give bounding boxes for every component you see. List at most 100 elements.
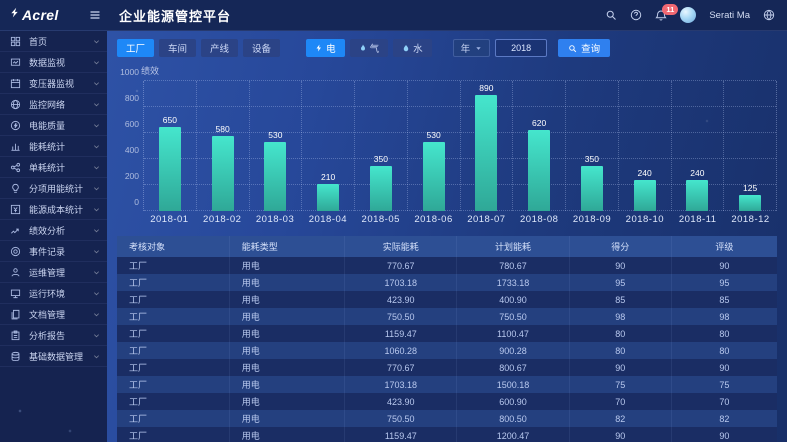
table-row[interactable]: 工厂用电770.67780.679090 xyxy=(117,257,777,274)
sidebar-item-subitem-energy[interactable]: 分项用能统计 xyxy=(0,178,107,199)
year-input[interactable] xyxy=(495,39,547,57)
sidebar-item-energy-stats[interactable]: 能耗统计 xyxy=(0,136,107,157)
bar[interactable] xyxy=(634,180,656,211)
sidebar-item-document-management[interactable]: 文档管理 xyxy=(0,304,107,325)
bar[interactable] xyxy=(528,130,550,211)
app-root: Acrel 企业能源管控平台 11 Serati Ma xyxy=(0,0,787,442)
top-header: Acrel 企业能源管控平台 11 Serati Ma xyxy=(0,0,787,31)
table-cell: 1200.47 xyxy=(457,427,569,442)
table-cell: 600.90 xyxy=(457,393,569,410)
sidebar-item-monitor-network[interactable]: 监控网络 xyxy=(0,94,107,115)
bar[interactable] xyxy=(317,184,339,211)
chevron-down-icon xyxy=(93,101,100,108)
bar[interactable] xyxy=(581,166,603,212)
monitor-chart-icon xyxy=(10,57,23,68)
bar[interactable] xyxy=(264,142,286,211)
table-row[interactable]: 工厂用电1703.181733.189595 xyxy=(117,274,777,291)
chevron-down-icon xyxy=(93,185,100,192)
table-row[interactable]: 工厂用电750.50800.508282 xyxy=(117,410,777,427)
sidebar-item-performance-analysis[interactable]: 绩效分析 xyxy=(0,220,107,241)
chevron-down-icon xyxy=(93,122,100,129)
table-row[interactable]: 工厂用电1060.28900.288080 xyxy=(117,342,777,359)
x-tick-label: 2018-11 xyxy=(671,214,724,227)
flame-icon xyxy=(359,43,367,53)
table-cell: 1733.18 xyxy=(457,274,569,291)
menu-toggle-icon[interactable] xyxy=(89,9,101,21)
query-button[interactable]: 查询 xyxy=(558,39,610,57)
table-row[interactable]: 工厂用电750.50750.509898 xyxy=(117,308,777,325)
bar-value-label: 620 xyxy=(532,118,546,128)
bar-value-label: 890 xyxy=(479,83,493,93)
chart-x-axis: 2018-012018-022018-032018-042018-052018-… xyxy=(143,214,777,227)
sidebar-item-energy-cost[interactable]: 能源成本统计 xyxy=(0,199,107,220)
chevron-down-icon xyxy=(93,332,100,339)
bar[interactable] xyxy=(686,180,708,211)
x-tick-label: 2018-07 xyxy=(460,214,513,227)
notifications[interactable]: 11 xyxy=(655,9,667,22)
tab-factory[interactable]: 工厂 xyxy=(117,39,154,57)
table-cell: 用电 xyxy=(229,274,345,291)
logo: Acrel xyxy=(0,6,107,24)
power-quality-icon xyxy=(10,120,23,131)
sidebar-item-power-quality[interactable]: 电能质量 xyxy=(0,115,107,136)
bar-slot: 530 xyxy=(249,81,302,211)
avatar[interactable] xyxy=(680,7,696,23)
sidebar-item-home[interactable]: 首页 xyxy=(0,31,107,52)
sidebar-item-label: 能耗统计 xyxy=(29,140,93,153)
table-row[interactable]: 工厂用电1703.181500.187575 xyxy=(117,376,777,393)
bar-slot: 350 xyxy=(354,81,407,211)
sidebar-item-basic-data-management[interactable]: 基础数据管理 xyxy=(0,346,107,367)
energy-gas-button[interactable]: 气 xyxy=(350,39,389,57)
sidebar-item-transformer-monitor[interactable]: 变压器监视 xyxy=(0,73,107,94)
table-cell: 75 xyxy=(569,376,671,393)
droplet-icon xyxy=(402,43,410,53)
chevron-down-icon xyxy=(93,59,100,66)
table-cell: 用电 xyxy=(229,393,345,410)
sidebar-item-data-monitor[interactable]: 数据监视 xyxy=(0,52,107,73)
table-row[interactable]: 工厂用电770.67800.679090 xyxy=(117,359,777,376)
sidebar-item-analysis-report[interactable]: 分析报告 xyxy=(0,325,107,346)
table-cell: 770.67 xyxy=(345,257,457,274)
logo-text: Acrel xyxy=(22,7,89,23)
table-cell: 90 xyxy=(569,359,671,376)
energy-water-button[interactable]: 水 xyxy=(393,39,432,57)
bar[interactable] xyxy=(423,142,445,211)
bar[interactable] xyxy=(212,136,234,211)
bar[interactable] xyxy=(159,127,181,212)
tab-production-line[interactable]: 产线 xyxy=(201,39,238,57)
column-header: 考核对象 xyxy=(117,236,229,257)
bar[interactable] xyxy=(475,95,497,211)
chevron-down-icon xyxy=(93,248,100,255)
bar[interactable] xyxy=(370,166,392,212)
table-row[interactable]: 工厂用电423.90600.907070 xyxy=(117,393,777,410)
table-row[interactable]: 工厂用电1159.471200.479090 xyxy=(117,427,777,442)
share-nodes-icon xyxy=(10,162,23,173)
help-icon[interactable] xyxy=(630,9,642,21)
bar-slot: 240 xyxy=(671,81,724,211)
table-header-row: 考核对象能耗类型实际能耗计划能耗得分评级 xyxy=(117,236,777,257)
table-cell: 800.67 xyxy=(457,359,569,376)
table-cell: 工厂 xyxy=(117,342,229,359)
database-icon xyxy=(10,351,23,362)
chevron-down-icon xyxy=(93,311,100,318)
bar-slot: 530 xyxy=(407,81,460,211)
sidebar-item-ops-management[interactable]: 运维管理 xyxy=(0,262,107,283)
table-cell: 95 xyxy=(671,274,777,291)
sidebar-item-unit-consumption[interactable]: 单耗统计 xyxy=(0,157,107,178)
bar-value-label: 240 xyxy=(638,168,652,178)
energy-electricity-button[interactable]: 电 xyxy=(306,39,345,57)
user-name[interactable]: Serati Ma xyxy=(709,10,750,21)
tab-workshop[interactable]: 车间 xyxy=(159,39,196,57)
search-icon[interactable] xyxy=(605,9,617,21)
period-select[interactable]: 年 xyxy=(453,39,491,57)
sidebar-item-runtime-environment[interactable]: 运行环境 xyxy=(0,283,107,304)
y-tick-label: 600 xyxy=(125,119,139,129)
table-row[interactable]: 工厂用电1159.471100.478080 xyxy=(117,325,777,342)
sidebar-item-event-records[interactable]: 事件记录 xyxy=(0,241,107,262)
language-icon[interactable] xyxy=(763,9,775,21)
bar[interactable] xyxy=(739,195,761,211)
chevron-down-icon xyxy=(93,206,100,213)
tab-equipment[interactable]: 设备 xyxy=(243,39,280,57)
sidebar-item-label: 首页 xyxy=(29,35,93,48)
table-row[interactable]: 工厂用电423.90400.908585 xyxy=(117,291,777,308)
